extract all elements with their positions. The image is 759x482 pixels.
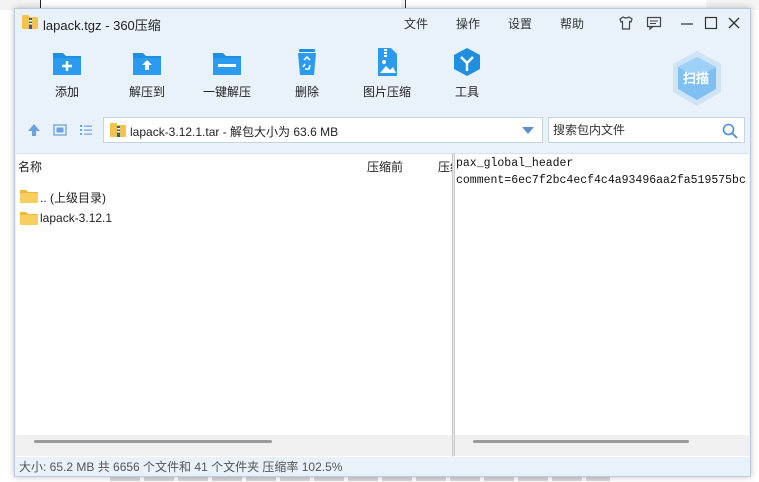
add-label: 添加 (54, 85, 79, 99)
tools-cube-icon (451, 47, 483, 77)
image-compress-label: 图片压缩 (362, 85, 411, 99)
up-arrow-icon[interactable] (27, 123, 41, 137)
close-icon[interactable] (726, 15, 742, 31)
skin-shirt-icon[interactable] (618, 15, 634, 31)
file-name: lapack-3.12.1 (40, 211, 113, 225)
one-click-extract-icon (211, 47, 243, 77)
dropdown-arrow-icon[interactable] (522, 127, 534, 134)
current-path: lapack-3.12.1.tar - 解包大小为 63.6 MB (130, 125, 339, 139)
preview-line-2: comment=6ec7f2bc4ecf4c4a93496aa2fa519575… (456, 174, 746, 187)
toolbar: 添加 解压到 一键解压 删除 图片压缩 工具 (15, 37, 750, 109)
column-header-size-before[interactable]: 压缩前 (367, 158, 403, 175)
preview-panel[interactable]: pax_global_header comment=6ec7f2bc4ecf4c… (455, 153, 749, 457)
horizontal-scrollbar-right[interactable] (455, 435, 749, 456)
add-button[interactable]: 添加 (35, 47, 99, 100)
menu-operation[interactable]: 操作 (456, 15, 480, 32)
path-dropdown[interactable]: lapack-3.12.1.tar - 解包大小为 63.6 MB (103, 117, 543, 143)
background-document (40, 0, 401, 8)
minimize-icon[interactable] (679, 15, 695, 31)
image-compress-icon (371, 47, 403, 77)
preview-line-1: pax_global_header (456, 157, 574, 170)
recycle-bin-icon (291, 47, 323, 77)
status-bar-text: 大小: 65.2 MB 共 6656 个文件和 41 个文件夹 压缩率 102.… (19, 460, 343, 474)
background-document-right (405, 0, 706, 8)
delete-button[interactable]: 删除 (275, 47, 339, 100)
extract-to-label: 解压到 (128, 85, 165, 99)
search-icon[interactable] (722, 123, 738, 139)
feedback-icon[interactable] (646, 15, 662, 31)
file-list-panel[interactable]: 名称 压缩前 压缩后 .. (上级目录) lapack-3.12.1 (16, 153, 452, 457)
maximize-icon[interactable] (703, 15, 719, 31)
file-name: .. (上级目录) (40, 191, 106, 205)
image-compress-button[interactable]: 图片压缩 (355, 47, 419, 100)
scan-label: 扫描 (683, 71, 710, 86)
folder-icon (20, 211, 38, 225)
menu-settings[interactable]: 设置 (508, 15, 532, 32)
extract-folder-icon (131, 47, 163, 77)
scan-button[interactable]: 扫描 (670, 49, 724, 109)
thumbnail-view-icon[interactable] (53, 123, 67, 137)
list-item-parent-dir[interactable]: .. (上级目录) (20, 186, 440, 206)
address-bar-row: lapack-3.12.1.tar - 解包大小为 63.6 MB (15, 115, 750, 145)
add-folder-icon (51, 47, 83, 77)
extract-to-button[interactable]: 解压到 (115, 47, 179, 100)
folder-icon (20, 189, 38, 203)
window-title: lapack.tgz - 360压缩 (43, 18, 161, 33)
scrollbar-thumb[interactable] (34, 440, 272, 443)
scrollbar-thumb[interactable] (473, 440, 689, 443)
one-click-extract-label: 一键解压 (202, 85, 251, 99)
column-header-size-after[interactable]: 压缩后 (438, 158, 452, 175)
tools-label: 工具 (454, 85, 479, 99)
list-item-folder[interactable]: lapack-3.12.1 (20, 208, 440, 228)
search-box[interactable] (548, 117, 745, 143)
search-input[interactable] (549, 118, 713, 142)
list-view-icon[interactable] (79, 123, 93, 137)
archive-window: lapack.tgz - 360压缩 文件 操作 设置 帮助 添加 解压到 一键… (14, 8, 751, 477)
menu-file[interactable]: 文件 (404, 15, 428, 32)
horizontal-scrollbar-left[interactable] (16, 435, 452, 456)
column-header-name[interactable]: 名称 (18, 158, 42, 175)
title-bar[interactable]: lapack.tgz - 360压缩 文件 操作 设置 帮助 (15, 9, 750, 37)
tools-button[interactable]: 工具 (435, 47, 499, 100)
one-click-extract-button[interactable]: 一键解压 (195, 47, 259, 100)
delete-label: 删除 (294, 85, 319, 99)
archive-icon (22, 15, 38, 29)
archive-icon (110, 123, 126, 137)
menu-help[interactable]: 帮助 (560, 15, 584, 32)
